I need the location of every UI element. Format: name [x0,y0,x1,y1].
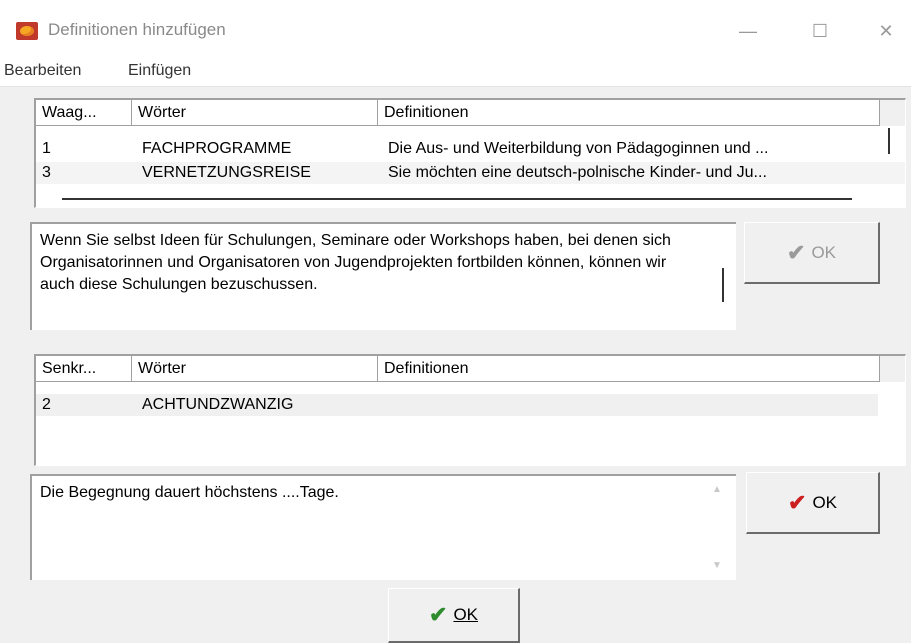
app-icon [16,22,38,40]
across-words-table[interactable]: Waag... Wörter Definitionen 1 FACHPROGRA… [34,98,906,208]
row-number: 1 [42,140,51,157]
across-ok-button[interactable]: ✔ OK [744,222,880,284]
main-ok-button[interactable]: ✔ OK [388,588,520,643]
column-header-number[interactable]: Waag... [36,100,132,126]
row-word: VERNETZUNGSREISE [142,164,311,181]
row-definition: Sie möchten eine deutsch-polnische Kinde… [388,164,767,181]
across-definition-text: Wenn Sie selbst Ideen für Schulungen, Se… [40,232,671,293]
column-header-definitions[interactable]: Definitionen [378,100,880,126]
definition-scrollbar[interactable] [722,268,724,302]
across-definition-textbox[interactable]: Wenn Sie selbst Ideen für Schulungen, Se… [30,222,736,330]
checkmark-icon: ✔ [429,602,448,627]
close-button[interactable]: ✕ [866,16,906,46]
column-header-definitions[interactable]: Definitionen [378,356,880,382]
table-header: Waag... Wörter Definitionen [36,100,905,126]
scroll-up-arrow[interactable]: ▲ [712,484,722,495]
column-header-words[interactable]: Wörter [132,100,378,126]
down-words-table[interactable]: Senkr... Wörter Definitionen 2 ACHTUNDZW… [34,354,906,466]
menu-bar: Bearbeiten Einfügen [0,56,911,87]
down-ok-button[interactable]: ✔ OK [746,472,880,534]
menu-edit[interactable]: Bearbeiten [4,62,81,80]
table-row[interactable]: 3 VERNETZUNGSREISE Sie möchten eine deut… [36,162,905,184]
row-number: 2 [42,396,51,413]
horizontal-scrollbar[interactable] [62,198,852,200]
checkmark-icon: ✔ [787,239,806,265]
table-row[interactable]: 1 FACHPROGRAMME Die Aus- und Weiterbildu… [36,138,905,160]
menu-insert[interactable]: Einfügen [128,62,191,80]
down-definition-text: Die Begegnung dauert höchstens ....Tage. [40,484,339,501]
column-header-number[interactable]: Senkr... [36,356,132,382]
minimize-button[interactable]: — [728,16,768,46]
down-definition-textbox[interactable]: Die Begegnung dauert höchstens ....Tage. [30,474,736,580]
button-label: OK [811,242,836,262]
maximize-button[interactable]: ☐ [800,16,840,46]
column-header-words[interactable]: Wörter [132,356,378,382]
row-definition: Die Aus- und Weiterbildung von Pädagogin… [388,140,769,157]
button-label: OK [453,605,478,624]
checkmark-icon: ✔ [788,489,807,515]
table-header: Senkr... Wörter Definitionen [36,356,905,382]
row-word: FACHPROGRAMME [142,140,292,157]
vertical-scrollbar[interactable] [888,128,890,154]
title-bar: Definitionen hinzufügen — ☐ ✕ [0,0,911,56]
row-word: ACHTUNDZWANZIG [142,396,294,413]
row-number: 3 [42,164,51,181]
window-title: Definitionen hinzufügen [48,20,226,39]
button-label: OK [812,492,837,512]
scroll-down-arrow[interactable]: ▼ [712,560,722,571]
table-row[interactable]: 2 ACHTUNDZWANZIG [36,394,878,416]
